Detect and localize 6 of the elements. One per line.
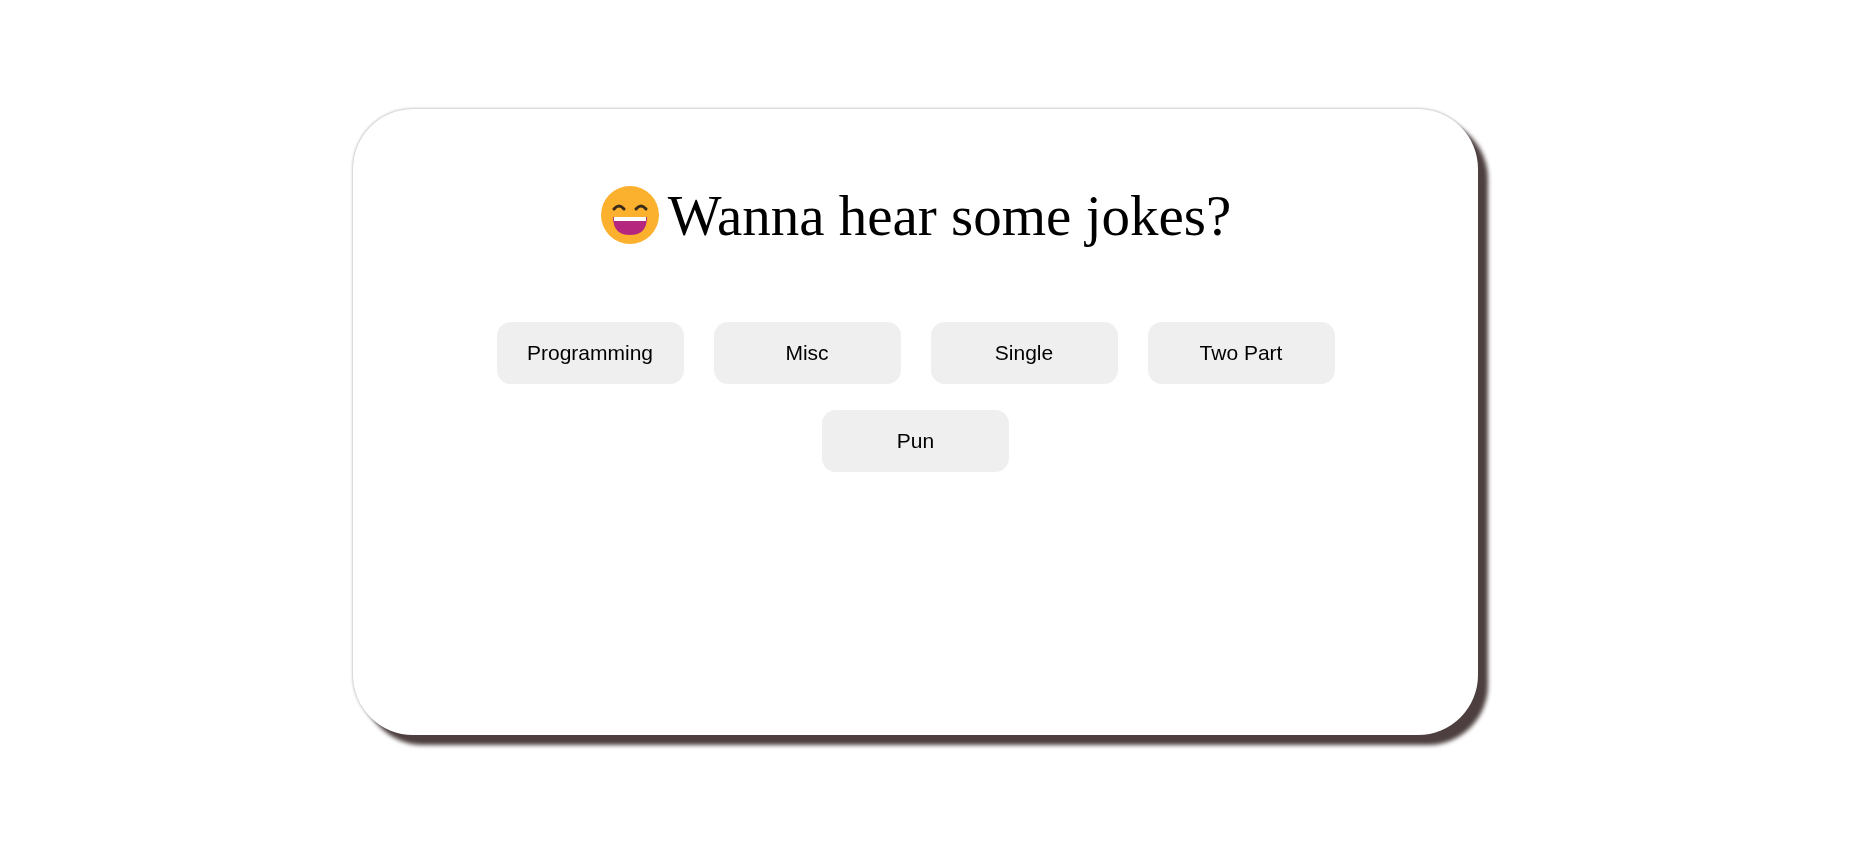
grinning-face-icon: [599, 185, 660, 245]
category-button[interactable]: Single: [930, 322, 1118, 384]
category-button[interactable]: Programming: [496, 322, 684, 384]
category-button[interactable]: Misc: [713, 322, 901, 384]
category-button[interactable]: Pun: [822, 410, 1009, 472]
category-button[interactable]: Two Part: [1147, 322, 1335, 384]
